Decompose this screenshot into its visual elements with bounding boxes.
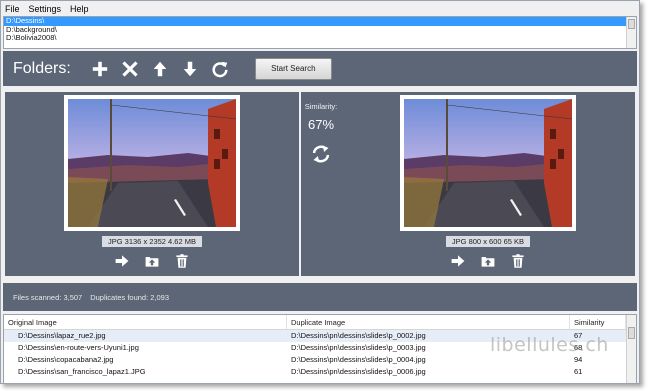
street-photo	[404, 99, 572, 227]
compare-area: JPG 3136 x 2352 4.62 MB Similarity: 67%	[3, 89, 637, 279]
duplicate-image-info: JPG 800 x 600 65 KB	[341, 235, 635, 247]
arrow-down-icon	[183, 61, 197, 76]
files-scanned-count: Files scanned: 3,507	[13, 292, 83, 302]
move-original-button[interactable]	[107, 251, 137, 271]
column-header-original[interactable]: Original Image	[4, 315, 287, 329]
original-path-cell: D:\Dessins\en-route-vers-Uyuni1.jpg	[18, 343, 139, 352]
original-image-actions	[5, 251, 299, 271]
original-path-cell: D:\Dessins\san_francisco_lapaz1.JPG	[18, 367, 146, 376]
folder-up-icon	[481, 257, 495, 267]
original-image[interactable]	[68, 99, 236, 227]
folder-list[interactable]: D:\Dessins\ D:\background\ D:\Bolivia200…	[3, 16, 637, 49]
street-photo	[68, 99, 236, 227]
scan-status-bar: Files scanned: 3,507 Duplicates found: 2…	[3, 283, 637, 311]
duplicate-image-panel: JPG 800 x 600 65 KB	[341, 92, 635, 276]
results-scrollbar[interactable]	[626, 315, 636, 383]
original-path-cell: D:\Dessins\lapaz_rue2.jpg	[18, 331, 106, 340]
arrow-right-icon	[115, 255, 129, 267]
move-down-button[interactable]	[175, 54, 205, 84]
table-row[interactable]: D:\Dessins\san_francisco_lapaz1.JPG D:\D…	[4, 366, 636, 378]
x-icon	[122, 60, 138, 77]
arrow-right-icon	[451, 255, 465, 267]
app-window: File Settings Help D:\Dessins\ D:\backgr…	[0, 0, 640, 384]
similarity-cell: 61	[574, 367, 583, 376]
folder-item[interactable]: D:\background\	[4, 25, 636, 35]
delete-duplicate-button[interactable]	[503, 251, 533, 271]
arrow-up-icon	[153, 61, 167, 76]
scrollbar-thumb[interactable]	[628, 19, 635, 29]
open-folder-original-button[interactable]	[137, 251, 167, 271]
swap-images-button[interactable]	[311, 144, 331, 164]
original-image-info: JPG 3136 x 2352 4.62 MB	[5, 235, 299, 247]
scrollbar-thumb[interactable]	[628, 327, 635, 339]
folder-item[interactable]: D:\Dessins\	[4, 17, 636, 26]
duplicate-image-frame	[400, 95, 576, 231]
start-search-button[interactable]: Start Search	[254, 57, 332, 80]
folder-list-scrollbar[interactable]	[626, 17, 636, 48]
original-image-frame	[64, 95, 240, 231]
column-header-similarity[interactable]: Similarity	[570, 315, 626, 329]
duplicate-image-actions	[341, 251, 635, 271]
reset-folders-button[interactable]	[205, 54, 235, 84]
similarity-value: 67%	[307, 117, 335, 132]
delete-original-button[interactable]	[167, 251, 197, 271]
original-image-panel: JPG 3136 x 2352 4.62 MB	[5, 92, 299, 276]
similarity-label: Similarity:	[304, 102, 338, 111]
watermark-logo: libellules.ch	[490, 334, 609, 356]
plus-icon	[92, 61, 107, 76]
open-folder-duplicate-button[interactable]	[473, 251, 503, 271]
trash-icon	[176, 254, 188, 268]
duplicates-found-count: Duplicates found: 2,093	[90, 292, 170, 302]
refresh-icon	[212, 61, 228, 77]
menu-help[interactable]: Help	[70, 4, 89, 14]
move-up-button[interactable]	[145, 54, 175, 84]
original-path-cell: D:\Dessins\copacabana2.jpg	[18, 355, 114, 364]
duplicate-path-cell: D:\Dessins\pn\dessins\slides\p_0006.jpg	[291, 367, 426, 376]
menu-file[interactable]: File	[5, 4, 20, 14]
folders-label: Folders:	[13, 59, 71, 77]
duplicate-image[interactable]	[404, 99, 572, 227]
column-header-duplicate[interactable]: Duplicate Image	[287, 315, 570, 329]
menu-bar: File Settings Help	[1, 1, 639, 16]
folder-up-icon	[145, 257, 159, 267]
menu-settings[interactable]: Settings	[29, 4, 62, 14]
similarity-panel: Similarity: 67%	[301, 92, 341, 276]
remove-folder-button[interactable]	[115, 54, 145, 84]
trash-icon	[512, 254, 524, 268]
folder-item[interactable]: D:\Bolivia2008\	[4, 34, 636, 43]
move-duplicate-button[interactable]	[443, 251, 473, 271]
folders-toolbar: Folders: Start Search	[3, 51, 637, 86]
add-folder-button[interactable]	[85, 54, 115, 84]
results-header: Original Image Duplicate Image Similarit…	[4, 315, 636, 330]
refresh-arrows-icon	[312, 145, 330, 163]
